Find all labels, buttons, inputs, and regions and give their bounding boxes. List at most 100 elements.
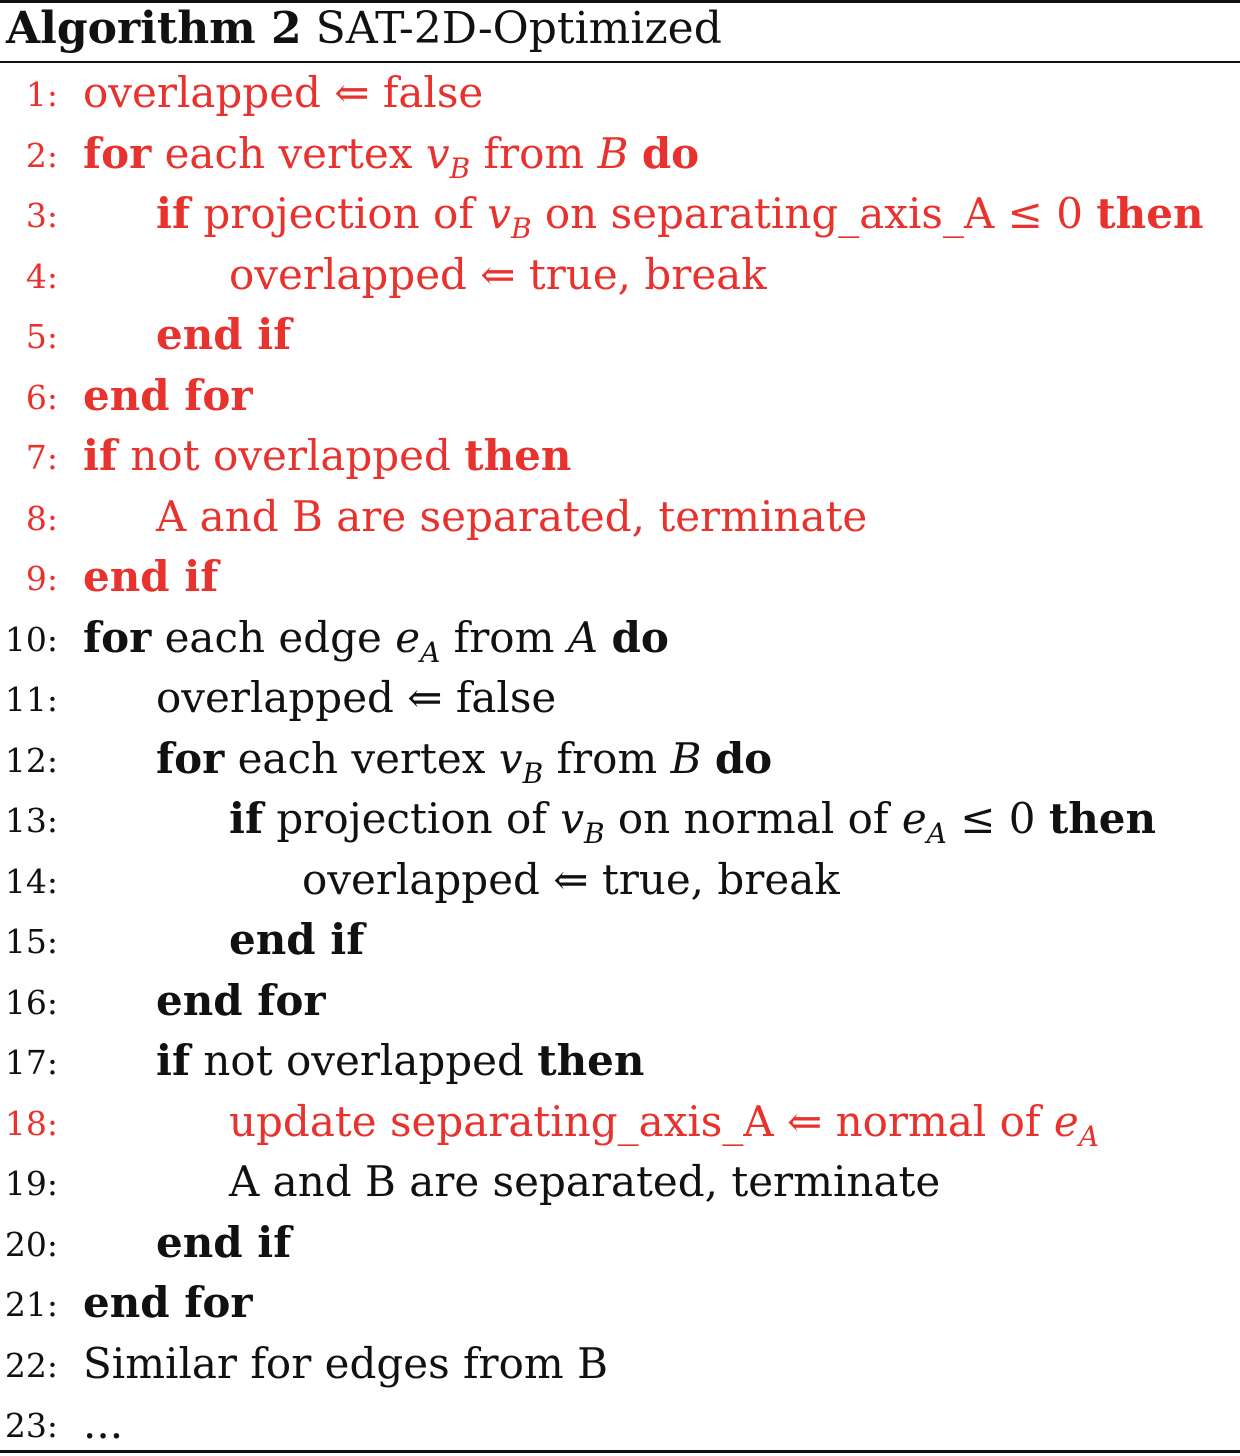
code-text: each edge: [151, 612, 396, 662]
line-number: 19:: [4, 1164, 58, 1203]
keyword: end for: [156, 975, 326, 1025]
code-text: projection of: [263, 794, 561, 843]
code-text: overlapped ⇐ true, break: [302, 854, 840, 904]
keyword: do: [714, 733, 773, 783]
math-subscript: B: [583, 817, 605, 850]
line-code: end if: [156, 1218, 291, 1267]
keyword: end for: [83, 370, 253, 420]
code-text: projection of: [190, 189, 488, 238]
line-number: 22:: [4, 1345, 58, 1385]
algorithm-line: 13: if projection of vB on normal of eA ≤…: [0, 791, 1240, 851]
line-code: overlapped ⇐ true, break: [302, 854, 840, 904]
algorithm-line: 5: end if: [0, 307, 1240, 367]
keyword: end if: [83, 552, 219, 601]
caption-rule: [0, 61, 1240, 63]
algorithm-title: SAT-2D-Optimized: [315, 3, 722, 54]
line-code: end if: [229, 916, 364, 964]
keyword: for: [83, 128, 152, 178]
code-text: A and B are separated, terminate: [156, 491, 868, 541]
algorithm-line: 18: update separating_axis_A ⇐ normal of …: [0, 1094, 1240, 1154]
math-base: v: [425, 128, 450, 178]
line-number: 9:: [25, 559, 58, 598]
math-base: e: [901, 794, 927, 843]
keyword: then: [1048, 794, 1157, 843]
algorithm-line: 17: if not overlapped then: [0, 1033, 1240, 1093]
math-base: A: [567, 612, 599, 662]
line-code: if not overlapped then: [156, 1037, 644, 1085]
line-number: 5:: [25, 317, 58, 356]
line-code: A and B are separated, terminate: [229, 1158, 940, 1206]
keyword: do: [611, 612, 669, 662]
code-text: ...: [83, 1399, 124, 1448]
line-code: for each vertex vB from B do: [156, 733, 773, 787]
line-number: 8:: [25, 498, 58, 538]
line-number: 18:: [4, 1103, 58, 1143]
math-subscript: A: [420, 635, 441, 669]
code-text: each vertex: [224, 733, 499, 783]
math-symbol: eA: [901, 794, 947, 848]
code-text: not overlapped: [117, 431, 465, 480]
algorithm-line: 22: Similar for edges from B: [0, 1336, 1240, 1396]
code-text: update separating_axis_A ⇐ normal of: [229, 1096, 1054, 1146]
line-number: 17:: [4, 1043, 58, 1082]
algorithm-caption: Algorithm 2 SAT-2D-Optimized: [6, 5, 722, 53]
line-number: 6:: [25, 377, 58, 417]
line-number: 16:: [4, 982, 58, 1022]
algorithm-label: Algorithm 2: [6, 3, 302, 54]
line-number: 4:: [25, 256, 58, 296]
line-number: 23:: [4, 1406, 58, 1445]
math-symbol: vB: [487, 189, 531, 243]
algorithm-line: 14: overlapped ⇐ true, break: [0, 852, 1240, 912]
line-code: end if: [156, 311, 291, 359]
keyword: end if: [229, 915, 365, 964]
code-text: not overlapped: [190, 1036, 538, 1085]
keyword: if: [83, 431, 118, 480]
code-text: from: [440, 612, 568, 662]
line-code: overlapped ⇐ true, break: [229, 249, 767, 299]
math-base: e: [395, 612, 421, 662]
math-symbol: vB: [425, 128, 470, 182]
code-text: Similar for edges from B: [83, 1338, 608, 1388]
code-text: overlapped ⇐ true, break: [229, 249, 767, 299]
algorithm-block: Algorithm 2 SAT-2D-Optimized 1: overlappe…: [0, 0, 1240, 1455]
algorithm-line: 19: A and B are separated, terminate: [0, 1154, 1240, 1214]
algorithm-line: 8: A and B are separated, terminate: [0, 489, 1240, 549]
math-symbol: vB: [560, 794, 604, 848]
algorithm-line: 1: overlapped ⇐ false: [0, 65, 1240, 125]
algorithm-line: 9: end if: [0, 549, 1240, 609]
math-symbol: B: [598, 129, 629, 178]
line-code: if not overlapped then: [83, 432, 571, 480]
keyword: for: [83, 612, 152, 662]
bottom-rule: [0, 1450, 1240, 1453]
line-number: 21:: [4, 1285, 58, 1324]
code-text: each vertex: [151, 128, 426, 178]
line-code: end for: [83, 370, 253, 420]
keyword: if: [156, 189, 191, 238]
math-symbol: A: [568, 613, 598, 662]
line-code: end if: [83, 553, 218, 601]
line-code: overlapped ⇐ false: [83, 69, 483, 117]
line-number: 14:: [4, 861, 58, 901]
algorithm-line: 15: end if: [0, 912, 1240, 972]
algorithm-line: 10: for each edge eA from A do: [0, 610, 1240, 670]
line-code: for each edge eA from A do: [83, 612, 669, 666]
code-text: on normal of: [604, 794, 902, 843]
line-code: update separating_axis_A ⇐ normal of eA: [229, 1096, 1099, 1150]
algorithm-line: 12: for each vertex vB from B do: [0, 731, 1240, 791]
math-base: B: [597, 128, 629, 178]
algorithm-line: 21: end for: [0, 1275, 1240, 1335]
math-base: v: [487, 189, 511, 238]
keyword: end if: [156, 310, 292, 359]
math-subscript: B: [510, 212, 532, 245]
line-code: A and B are separated, terminate: [156, 491, 868, 541]
math-symbol: eA: [1054, 1097, 1099, 1150]
line-code: Similar for edges from B: [83, 1338, 608, 1388]
keyword: then: [537, 1036, 645, 1085]
code-text: overlapped ⇐ false: [83, 68, 484, 117]
keyword: if: [156, 1036, 191, 1085]
math-subscript: B: [522, 756, 544, 790]
code-text: overlapped ⇐ false: [156, 673, 557, 722]
code-text: A and B are separated, terminate: [229, 1157, 941, 1206]
line-code: end for: [83, 1279, 252, 1327]
